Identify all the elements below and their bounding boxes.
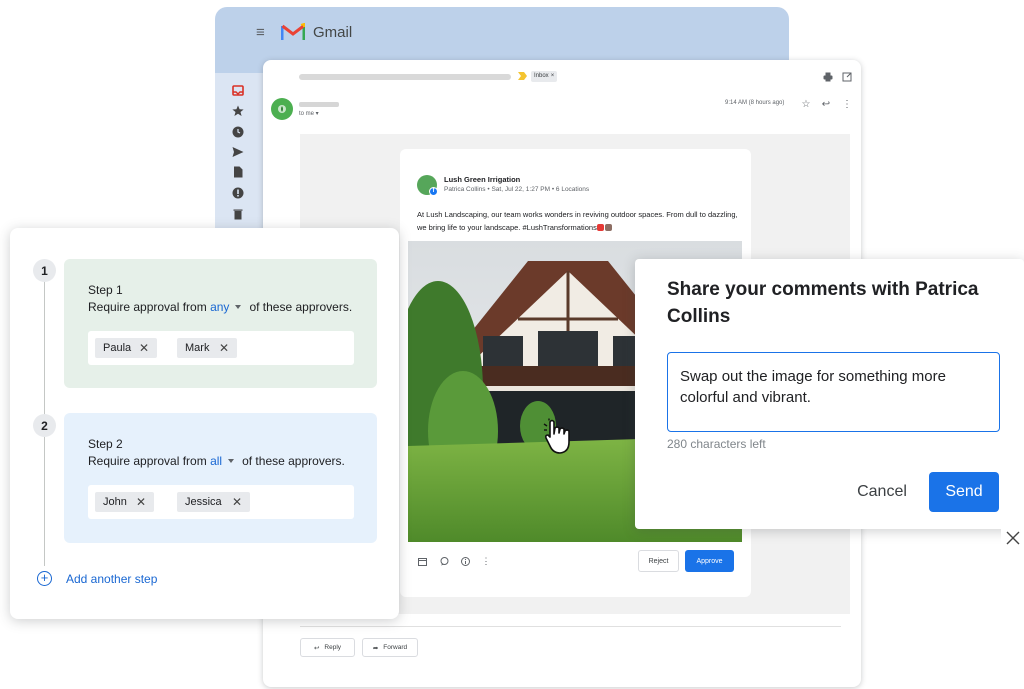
star-icon[interactable] (231, 104, 244, 117)
more-vert-icon[interactable]: ⋮ (841, 98, 853, 110)
facebook-icon: f (429, 187, 438, 196)
forward-label: Forward (383, 644, 408, 651)
dropdown-caret-icon[interactable] (235, 305, 242, 309)
draft-icon[interactable] (231, 165, 244, 178)
reply-divider (300, 626, 841, 627)
clock-icon[interactable] (231, 125, 244, 138)
inbox-icon[interactable] (231, 84, 244, 97)
hand-cursor-icon (543, 418, 570, 454)
reply-button[interactable]: ↩ Reply (300, 638, 355, 657)
recipient-label[interactable]: to me ▾ (299, 110, 319, 117)
step-title: Step 1 (88, 283, 123, 297)
dropdown-caret-icon[interactable] (228, 459, 235, 463)
approver-chip: Jessica ✕ (177, 492, 250, 512)
dialog-title: Share your comments with Patrica Collins (667, 279, 979, 327)
subject-placeholder (299, 74, 511, 80)
gmail-app-name: Gmail (313, 24, 353, 41)
step-2-box: Step 2 Require approval from all of these… (64, 413, 377, 543)
add-step-button[interactable]: Add another step (66, 572, 157, 586)
cancel-button[interactable]: Cancel (851, 472, 913, 512)
reply-icon[interactable]: ↩ (820, 98, 832, 110)
inbox-label: Inbox (534, 73, 549, 79)
reply-label: Reply (324, 644, 342, 651)
step-title: Step 2 (88, 437, 123, 451)
add-circle-icon[interactable]: + (37, 571, 52, 586)
approve-button[interactable]: Approve (685, 550, 734, 572)
info-icon[interactable] (460, 556, 470, 566)
post-locations: 6 Locations (555, 186, 590, 193)
send-icon[interactable] (231, 145, 244, 158)
more-vert-icon[interactable]: ⋮ (481, 556, 491, 566)
menu-icon[interactable]: ≡ (256, 25, 270, 40)
star-icon[interactable]: ☆ (800, 98, 812, 110)
comment-input[interactable]: Swap out the image for something more co… (667, 352, 1000, 432)
forward-icon: ➦ (372, 644, 379, 652)
sender-avatar (271, 98, 293, 120)
approval-quantifier-select[interactable]: any (210, 300, 229, 314)
comment-icon[interactable] (439, 556, 449, 566)
step-description: Require approval from all of these approv… (88, 454, 345, 468)
step-1-box: Step 1 Require approval from any of these… (64, 259, 377, 388)
print-icon[interactable] (822, 71, 834, 83)
alert-icon[interactable] (231, 186, 244, 199)
post-author: Patrica Collins (444, 186, 486, 193)
approvers-field[interactable]: Paula ✕ Mark ✕ (88, 331, 354, 365)
important-marker-icon[interactable] (518, 72, 527, 80)
comment-dialog: Share your comments with Patrica Collins… (635, 259, 1024, 529)
approvers-field[interactable]: John ✕ Jessica ✕ (88, 485, 354, 519)
step-description: Require approval from any of these approv… (88, 300, 353, 314)
close-icon[interactable] (1001, 525, 1024, 550)
reply-icon: ↩ (313, 644, 320, 652)
step-number: 2 (33, 414, 56, 437)
calendar-icon[interactable] (417, 556, 427, 566)
post-text: At Lush Landscaping, our team works wond… (417, 210, 738, 232)
close-icon[interactable]: × (551, 71, 555, 82)
send-button[interactable]: Send (929, 472, 999, 512)
remove-icon[interactable]: ✕ (219, 341, 229, 355)
approver-chip: John ✕ (95, 492, 154, 512)
remove-icon[interactable]: ✕ (136, 495, 146, 509)
reject-button[interactable]: Reject (638, 550, 679, 572)
gmail-logo-icon (281, 23, 305, 40)
forward-button[interactable]: ➦ Forward (362, 638, 418, 657)
post-meta: Patrica Collins • Sat, Jul 22, 1:27 PM •… (444, 186, 590, 193)
open-in-new-window-icon[interactable] (841, 71, 853, 83)
post-date: Sat, Jul 22, 1:27 PM (491, 186, 550, 193)
step-number: 1 (33, 259, 56, 282)
approver-chip: Mark ✕ (177, 338, 237, 358)
email-timestamp: 9:14 AM (8 hours ago) (725, 100, 785, 106)
approver-chip: Paula ✕ (95, 338, 157, 358)
rose-emoji-icon (596, 224, 604, 231)
house-emoji-icon (604, 224, 612, 231)
remove-icon[interactable]: ✕ (139, 341, 149, 355)
post-page-name: Lush Green Irrigation (444, 175, 521, 184)
approval-quantifier-select[interactable]: all (210, 454, 222, 468)
inbox-label-chip[interactable]: Inbox × (531, 71, 558, 82)
remove-icon[interactable]: ✕ (232, 495, 242, 509)
sender-name-placeholder (299, 102, 339, 107)
character-counter: 280 characters left (667, 437, 766, 451)
approval-steps-card: 1 Step 1 Require approval from any of the… (10, 228, 399, 619)
trash-icon[interactable] (231, 207, 244, 220)
